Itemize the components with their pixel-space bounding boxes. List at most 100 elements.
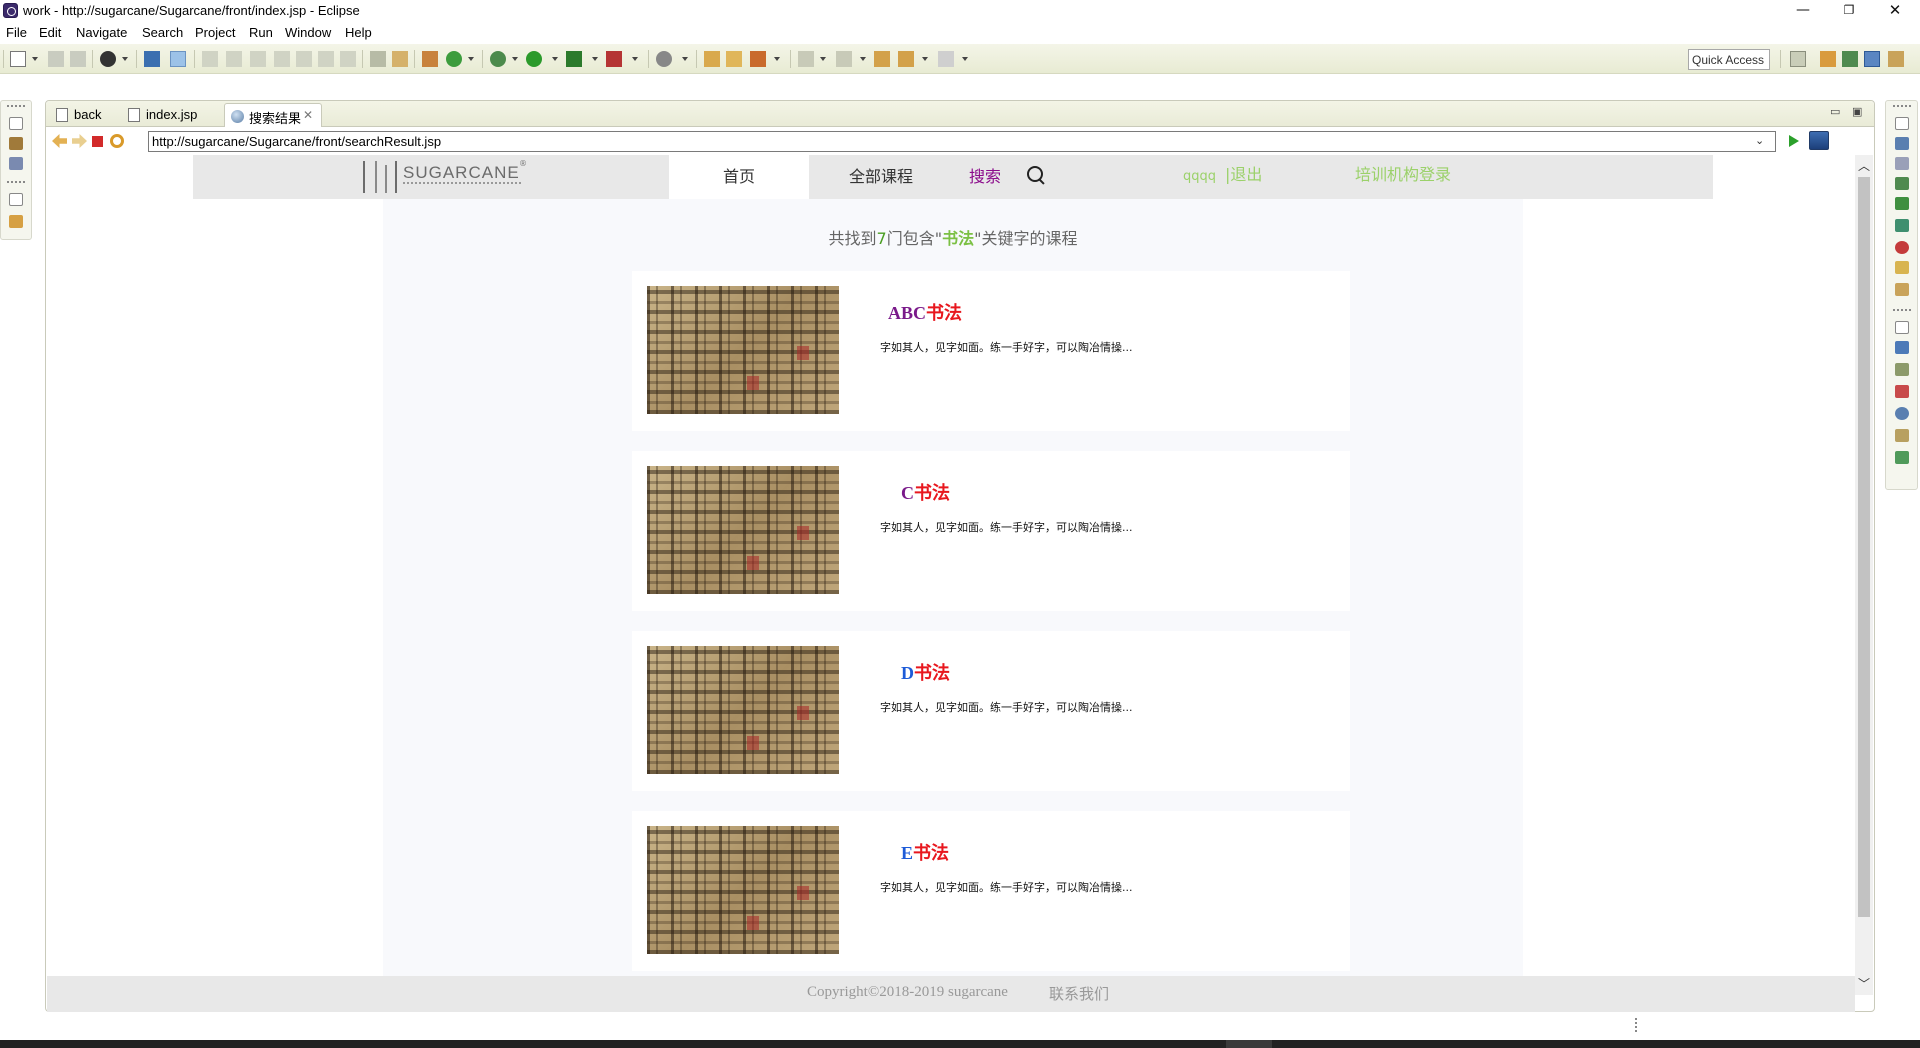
markers-icon[interactable] <box>1895 341 1909 354</box>
web-page-viewport[interactable]: SUGARCANE ® 首页 全部课程 搜索 qqqq |退出 培训机构登录 共… <box>47 155 1855 1012</box>
error-log-icon[interactable] <box>1895 241 1909 254</box>
search-icon[interactable] <box>656 51 672 67</box>
next-annotation-icon[interactable] <box>798 51 814 67</box>
profile-icon[interactable] <box>100 51 116 67</box>
scrollbar-thumb[interactable] <box>1858 177 1870 917</box>
snippets-icon[interactable] <box>1895 261 1909 274</box>
terminal-icon[interactable] <box>144 51 160 67</box>
prev-annotation-icon[interactable] <box>836 51 852 67</box>
last-edit-icon[interactable] <box>874 51 890 67</box>
debug-view-icon[interactable] <box>1895 177 1909 190</box>
menu-file[interactable]: File <box>6 25 27 40</box>
use-step-filters-icon[interactable] <box>370 51 386 67</box>
external-tools-icon[interactable] <box>606 51 622 67</box>
go-icon[interactable] <box>1789 135 1799 147</box>
open-type-icon[interactable] <box>704 51 720 67</box>
debug-icon[interactable] <box>490 51 506 67</box>
skip-breakpoints-icon[interactable] <box>392 51 408 67</box>
restore-icon[interactable] <box>1895 321 1909 334</box>
pen-icon[interactable] <box>750 51 766 67</box>
coverage-icon[interactable] <box>566 51 582 67</box>
nav-search[interactable]: 搜索 <box>969 155 1029 199</box>
sugarcane-logo[interactable]: SUGARCANE ® <box>363 159 533 195</box>
tab-index-jsp[interactable]: index.jsp <box>122 103 203 127</box>
restore-icon[interactable] <box>9 193 23 206</box>
run-icon[interactable] <box>526 51 542 67</box>
open-perspective-icon[interactable] <box>1790 51 1806 67</box>
calligraphy-thumbnail[interactable] <box>647 646 839 774</box>
nav-username[interactable]: qqqq <box>1183 155 1216 197</box>
back-arrow-icon[interactable] <box>52 134 67 148</box>
save-icon[interactable] <box>48 51 64 67</box>
refresh-icon[interactable] <box>446 51 462 67</box>
course-card[interactable]: D书法 字如其人，见字如面。练一手好字，可以陶冶情操... <box>632 631 1350 791</box>
console-icon[interactable] <box>1895 283 1909 296</box>
nav-logout[interactable]: |退出 <box>1225 155 1262 197</box>
menu-window[interactable]: Window <box>285 25 331 40</box>
git-perspective-icon[interactable] <box>1888 51 1904 67</box>
menu-help[interactable]: Help <box>345 25 372 40</box>
status-bar-handle[interactable] <box>1635 1018 1637 1032</box>
url-input[interactable]: http://sugarcane/Sugarcane/front/searchR… <box>148 131 1776 152</box>
servers-icon[interactable] <box>1895 197 1909 210</box>
open-folder-icon[interactable] <box>726 51 742 67</box>
menu-run[interactable]: Run <box>249 25 273 40</box>
new-icon[interactable] <box>10 51 26 67</box>
tab-search-result[interactable]: 搜索结果 ✕ <box>224 103 322 127</box>
tab-back[interactable]: back <box>50 103 107 127</box>
package-explorer-icon[interactable] <box>9 137 23 150</box>
maximize-editor-icon[interactable]: ▣ <box>1852 105 1862 118</box>
url-dropdown-icon[interactable]: ⌄ <box>1755 134 1764 147</box>
restore-icon[interactable] <box>1895 117 1909 130</box>
quick-access-input[interactable]: Quick Access <box>1688 49 1770 70</box>
select-icon[interactable] <box>170 51 186 67</box>
javadoc-icon[interactable] <box>1895 407 1909 420</box>
refresh-icon[interactable] <box>110 134 124 148</box>
course-title[interactable]: E书法 <box>901 839 949 865</box>
footer-contact-link[interactable]: 联系我们 <box>1049 983 1109 1004</box>
debug-perspective-icon[interactable] <box>1842 51 1858 67</box>
git-repositories-icon[interactable] <box>9 215 23 228</box>
scroll-down-icon[interactable]: ﹀ <box>1858 975 1870 992</box>
web-perspective-icon[interactable] <box>1864 51 1880 67</box>
forward-icon[interactable] <box>938 51 954 67</box>
save-all-icon[interactable] <box>70 51 86 67</box>
course-card[interactable]: C书法 字如其人，见字如面。练一手好字，可以陶冶情操... <box>632 451 1350 611</box>
forward-arrow-icon[interactable] <box>72 134 87 148</box>
taskbar-item[interactable] <box>1226 1040 1272 1048</box>
history-icon[interactable] <box>1895 451 1909 464</box>
close-tab-icon[interactable]: ✕ <box>303 108 313 122</box>
course-card[interactable]: ABC书法 字如其人，见字如面。练一手好字，可以陶冶情操... <box>632 271 1350 431</box>
course-card[interactable]: E书法 字如其人，见字如面。练一手好字，可以陶冶情操... <box>632 811 1350 971</box>
properties-icon[interactable] <box>1895 363 1909 376</box>
progress-icon[interactable] <box>1895 385 1909 398</box>
menu-search[interactable]: Search <box>142 25 183 40</box>
minimize-button[interactable]: — <box>1780 0 1826 22</box>
restore-button[interactable]: ❐ <box>1826 0 1872 22</box>
type-hierarchy-icon[interactable] <box>9 157 23 170</box>
menu-navigate[interactable]: Navigate <box>76 25 127 40</box>
open-external-browser-icon[interactable] <box>1809 131 1829 150</box>
close-button[interactable]: ✕ <box>1872 0 1918 22</box>
stop-icon[interactable] <box>92 136 103 147</box>
java-ee-perspective-icon[interactable] <box>1820 51 1836 67</box>
calligraphy-thumbnail[interactable] <box>647 466 839 594</box>
search-view-icon[interactable] <box>1895 429 1909 442</box>
vertical-scrollbar[interactable]: ︿ ﹀ <box>1855 155 1873 995</box>
nav-org-login[interactable]: 培训机构登录 <box>1355 155 1451 197</box>
course-title[interactable]: C书法 <box>901 479 950 505</box>
magnifier-icon[interactable] <box>1027 166 1044 186</box>
outline-icon[interactable] <box>1895 137 1909 150</box>
restore-icon[interactable] <box>9 117 23 130</box>
nav-all-courses[interactable]: 全部课程 <box>821 155 941 199</box>
task-list-icon[interactable] <box>1895 157 1909 170</box>
nav-home[interactable]: 首页 <box>669 155 809 199</box>
menu-edit[interactable]: Edit <box>39 25 61 40</box>
calligraphy-thumbnail[interactable] <box>647 826 839 954</box>
scroll-up-icon[interactable]: ︿ <box>1858 157 1870 174</box>
data-source-icon[interactable] <box>1895 219 1909 232</box>
back-icon[interactable] <box>898 51 914 67</box>
course-title[interactable]: D书法 <box>901 659 950 685</box>
minimize-editor-icon[interactable]: ▭ <box>1830 105 1840 118</box>
menu-project[interactable]: Project <box>195 25 235 40</box>
